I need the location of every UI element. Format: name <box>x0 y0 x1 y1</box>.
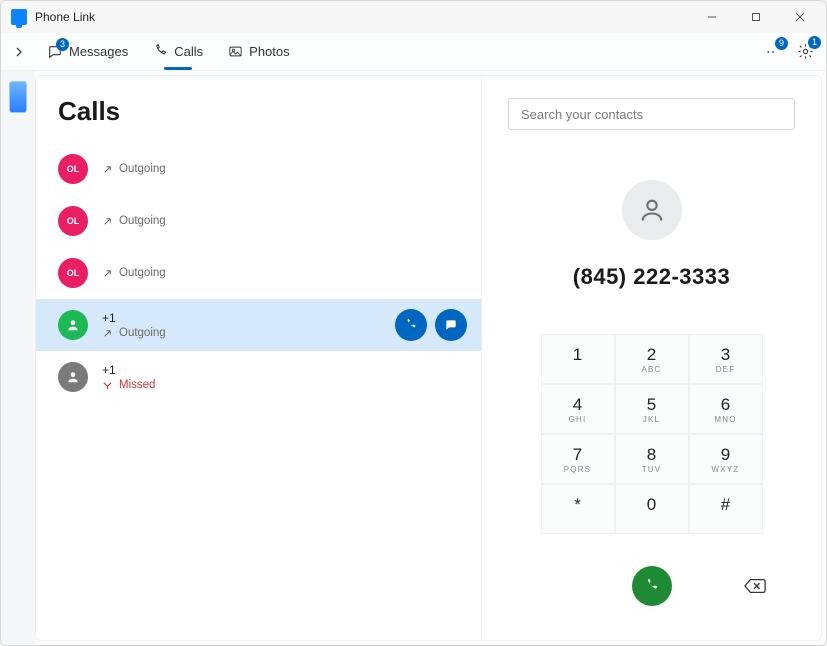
dialkey-5[interactable]: 5 JKL <box>615 384 689 434</box>
nav-expand-icon[interactable] <box>9 42 29 62</box>
dialkey-6[interactable]: 6 MNO <box>689 384 763 434</box>
phone-icon <box>152 44 168 60</box>
call-info: Outgoing <box>102 163 467 175</box>
call-list: OL Outgoing OL Outgoing OL Outgoing +1 Outgoing… <box>36 143 481 403</box>
call-info: +1 Missed <box>102 363 467 391</box>
key-digit: 7 <box>573 446 582 463</box>
calls-column: Calls OL Outgoing OL Outgoing OL Outgoing +1 Ou… <box>36 76 481 640</box>
content-panel: Calls OL Outgoing OL Outgoing OL Outgoing +1 Ou… <box>35 75 822 641</box>
key-digit: 3 <box>721 346 730 363</box>
dialkey-*[interactable]: * <box>541 484 615 534</box>
avatar <box>58 310 88 340</box>
outgoing-status: Outgoing <box>102 327 381 339</box>
close-button[interactable] <box>778 2 822 32</box>
missed-status: Missed <box>102 379 467 391</box>
settings-button[interactable]: 1 <box>792 39 818 65</box>
dialpad: 1 2 ABC 3 DEF 4 GHI 5 JKL 6 MNO 7 PQRS 8 TUV 9 WXYZ * 0 # <box>541 334 763 534</box>
page-title: Calls <box>36 96 481 143</box>
search-input[interactable] <box>508 98 795 130</box>
key-letters: MNO <box>714 415 736 423</box>
call-item[interactable]: OL Outgoing <box>36 247 481 299</box>
app-icon <box>11 9 27 25</box>
messages-badge: 3 <box>56 38 69 51</box>
minimize-button[interactable] <box>690 2 734 32</box>
dialkey-8[interactable]: 8 TUV <box>615 434 689 484</box>
key-letters: WXYZ <box>712 465 740 473</box>
key-digit: 6 <box>721 396 730 413</box>
app-window: Phone Link 3 Messages Calls <box>0 0 827 646</box>
contact-avatar <box>622 180 682 240</box>
dialkey-1[interactable]: 1 <box>541 334 615 384</box>
key-digit: 8 <box>647 446 656 463</box>
maximize-button[interactable] <box>734 2 778 32</box>
avatar: OL <box>58 206 88 236</box>
side-rail <box>1 71 35 645</box>
dialkey-2[interactable]: 2 ABC <box>615 334 689 384</box>
title-bar: Phone Link <box>1 1 826 33</box>
dialkey-4[interactable]: 4 GHI <box>541 384 615 434</box>
key-digit: 9 <box>721 446 730 463</box>
call-button[interactable] <box>395 309 427 341</box>
outgoing-status: Outgoing <box>102 215 467 227</box>
key-digit: # <box>721 496 730 513</box>
key-digit: * <box>574 496 581 513</box>
dialkey-0[interactable]: 0 <box>615 484 689 534</box>
dialkey-#[interactable]: # <box>689 484 763 534</box>
key-letters: DEF <box>716 365 736 373</box>
outgoing-status: Outgoing <box>102 267 467 279</box>
dialkey-7[interactable]: 7 PQRS <box>541 434 615 484</box>
window-title: Phone Link <box>35 10 95 24</box>
notifications-button[interactable]: 9 <box>760 39 786 65</box>
key-letters: TUV <box>642 465 662 473</box>
key-letters: PQRS <box>564 465 591 473</box>
key-digit: 0 <box>647 496 656 513</box>
key-letters: GHI <box>569 415 587 423</box>
photos-icon <box>227 44 243 60</box>
dialed-number: (845) 222-3333 <box>573 264 730 290</box>
dial-call-button[interactable] <box>632 566 672 606</box>
call-info: Outgoing <box>102 267 467 279</box>
settings-badge: 1 <box>808 36 821 49</box>
avatar: OL <box>58 154 88 184</box>
call-item[interactable]: OL Outgoing <box>36 143 481 195</box>
key-digit: 4 <box>573 396 582 413</box>
key-letters: ABC <box>641 365 661 373</box>
call-item[interactable]: +1 Outgoing <box>36 299 481 351</box>
key-digit: 1 <box>573 346 582 363</box>
tab-messages[interactable]: 3 Messages <box>37 40 138 64</box>
dialkey-3[interactable]: 3 DEF <box>689 334 763 384</box>
tab-label: Photos <box>249 44 289 59</box>
key-digit: 2 <box>647 346 656 363</box>
main-content: Calls OL Outgoing OL Outgoing OL Outgoing +1 Ou… <box>1 71 826 645</box>
call-item[interactable]: OL Outgoing <box>36 195 481 247</box>
avatar <box>58 362 88 392</box>
message-button[interactable] <box>435 309 467 341</box>
chat-icon: 3 <box>47 44 63 60</box>
call-item[interactable]: +1 Missed <box>36 351 481 403</box>
call-info: Outgoing <box>102 215 467 227</box>
dialer-column: (845) 222-3333 1 2 ABC 3 DEF 4 GHI 5 JKL 6 MNO 7 PQR… <box>481 76 821 640</box>
device-thumbnail[interactable] <box>9 81 27 113</box>
call-actions <box>395 309 467 341</box>
notifications-badge: 9 <box>775 37 788 50</box>
backspace-button[interactable] <box>741 572 769 600</box>
tab-calls[interactable]: Calls <box>142 40 213 64</box>
dial-actions <box>508 566 795 606</box>
nav-bar: 3 Messages Calls Photos 9 1 <box>1 33 826 71</box>
dialkey-9[interactable]: 9 WXYZ <box>689 434 763 484</box>
outgoing-status: Outgoing <box>102 163 467 175</box>
tab-label: Messages <box>69 44 128 59</box>
tab-photos[interactable]: Photos <box>217 40 299 64</box>
call-label: +1 <box>102 363 467 377</box>
key-digit: 5 <box>647 396 656 413</box>
key-letters: JKL <box>643 415 660 423</box>
avatar: OL <box>58 258 88 288</box>
call-info: +1 Outgoing <box>102 311 381 339</box>
tab-label: Calls <box>174 44 203 59</box>
call-label: +1 <box>102 311 381 325</box>
